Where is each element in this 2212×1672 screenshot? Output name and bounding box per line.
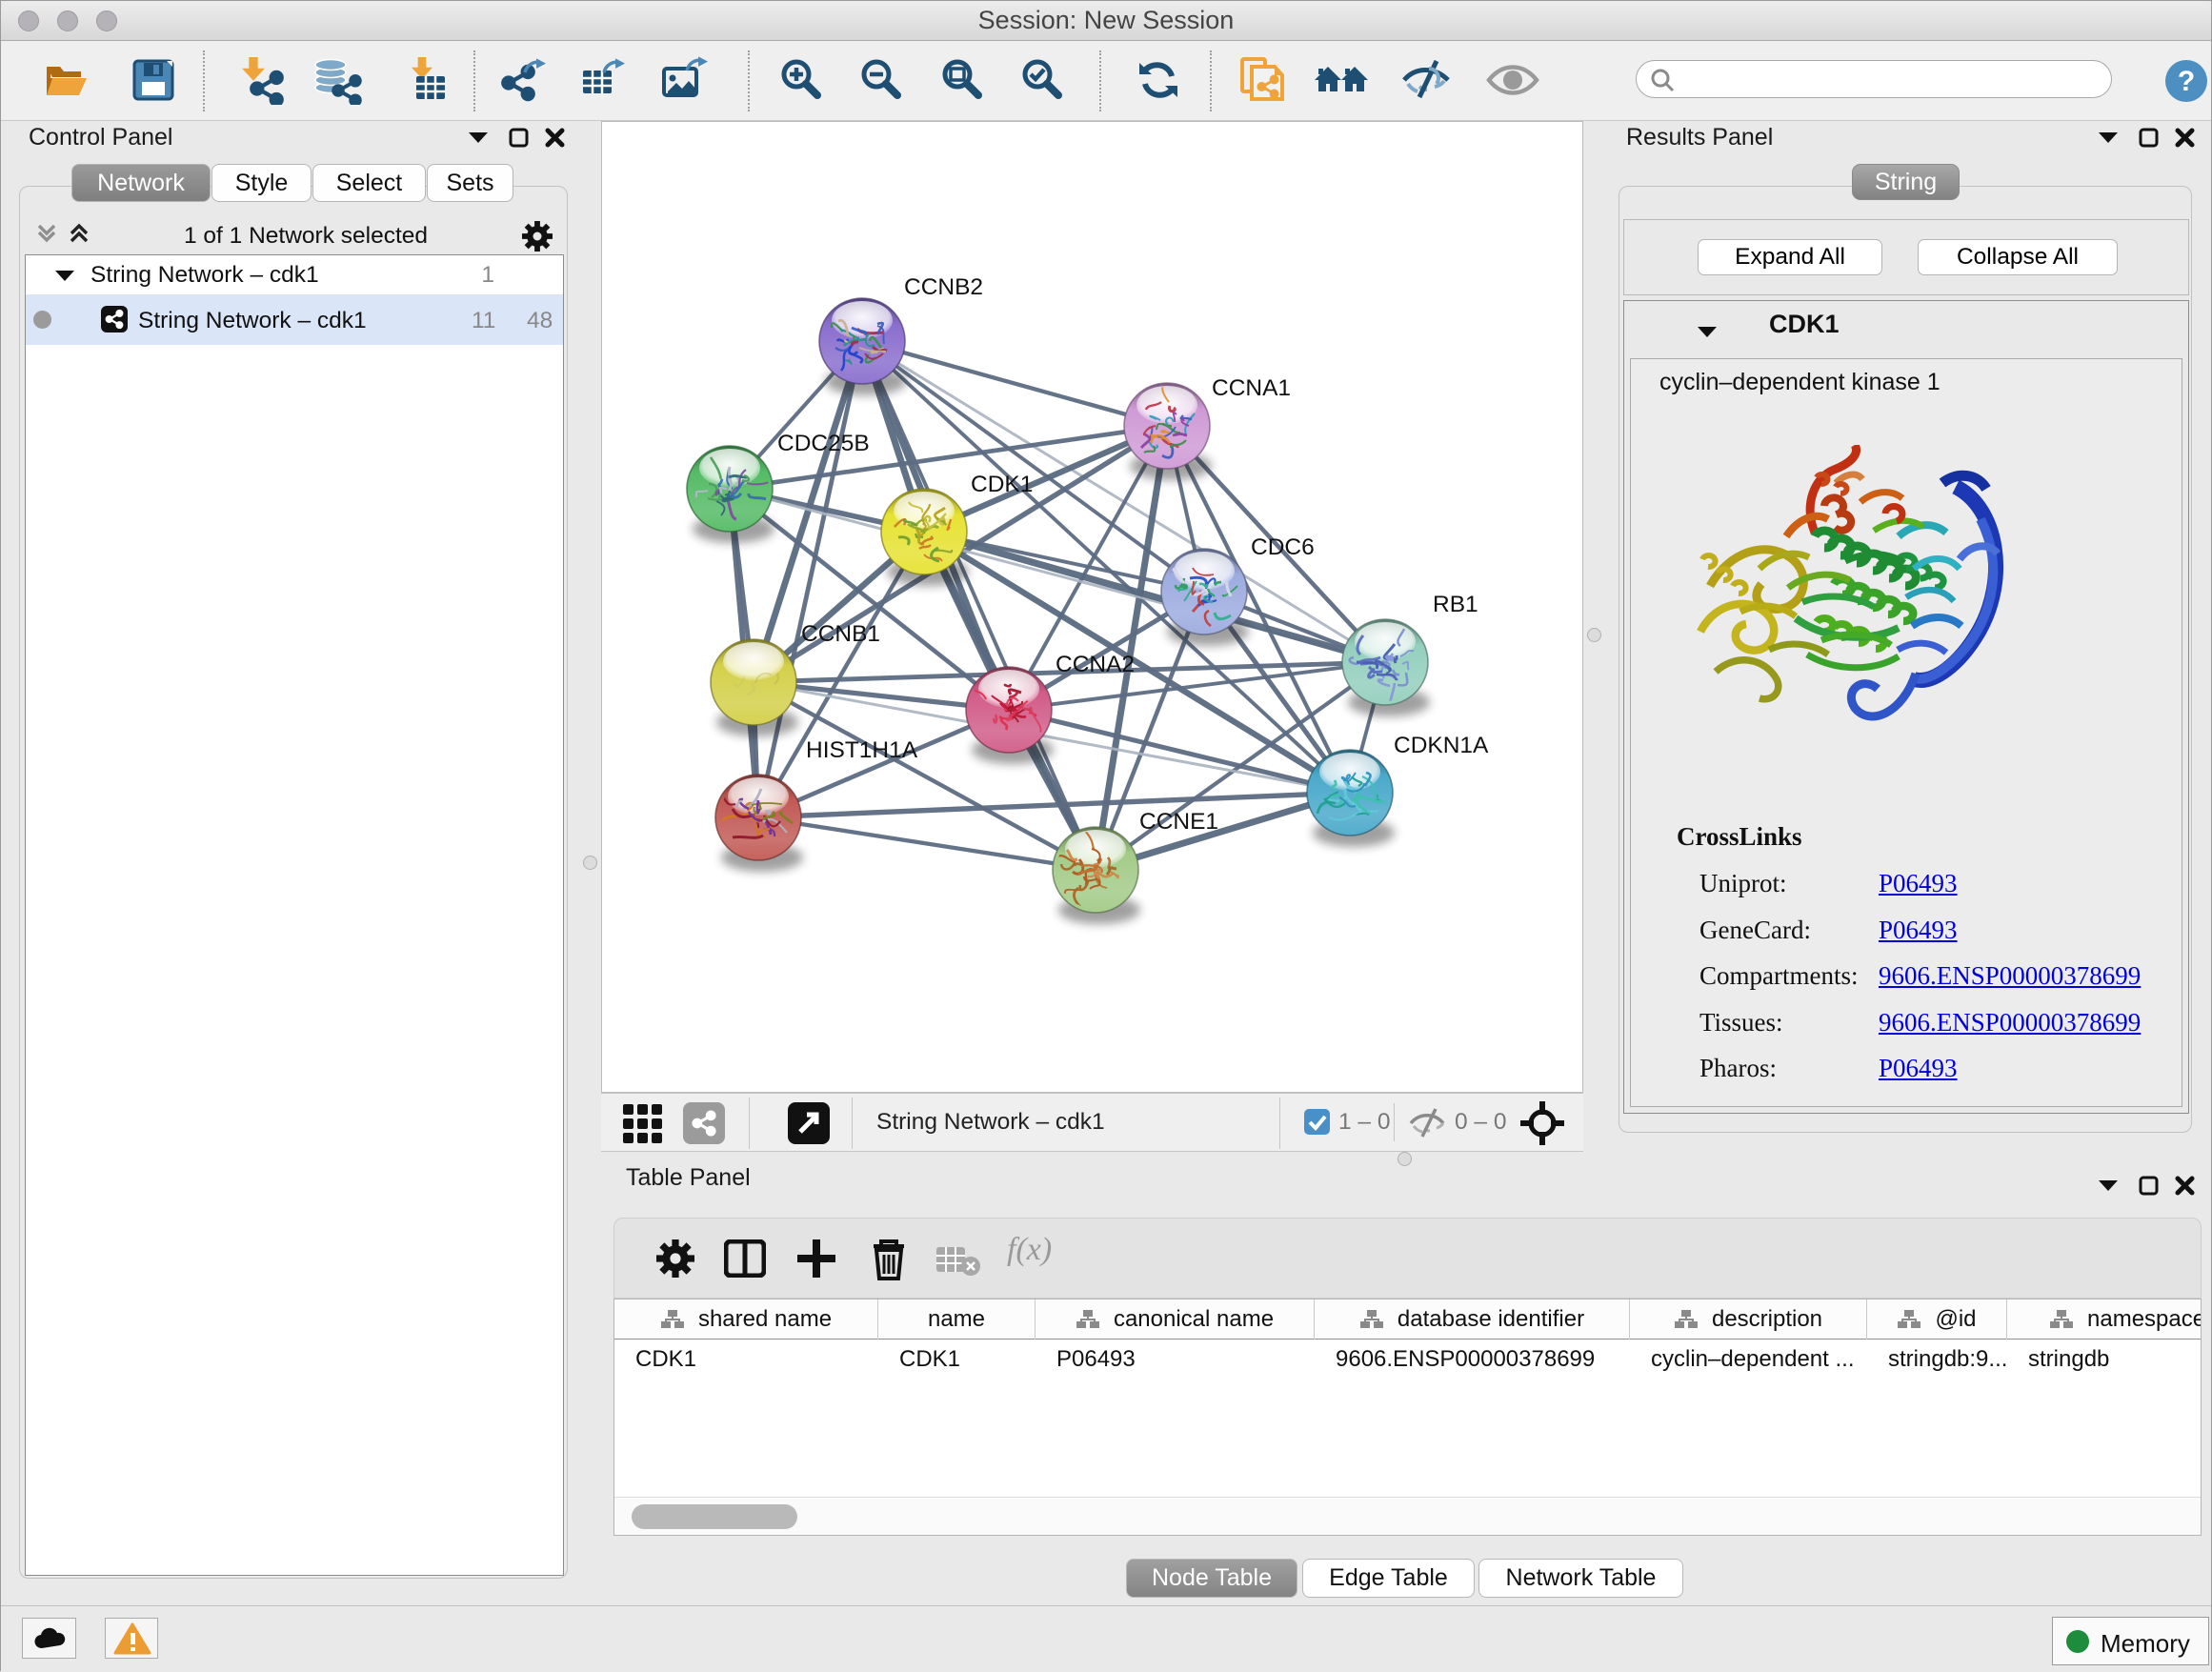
svg-text:CCNA2: CCNA2	[1056, 652, 1135, 677]
svg-text:CDC6: CDC6	[1251, 534, 1315, 560]
svg-text:?: ?	[2178, 66, 2195, 97]
svg-text:RB1: RB1	[1433, 592, 1478, 617]
svg-text:CDK1: CDK1	[971, 472, 1033, 497]
svg-text:HIST1H1A: HIST1H1A	[806, 737, 918, 763]
svg-text:CCNE1: CCNE1	[1139, 809, 1218, 835]
svg-text:CCNB2: CCNB2	[904, 274, 983, 300]
svg-text:CDC25B: CDC25B	[777, 431, 870, 456]
svg-text:CCNB1: CCNB1	[801, 621, 880, 647]
svg-text:CCNA1: CCNA1	[1212, 375, 1291, 401]
svg-text:CDKN1A: CDKN1A	[1394, 733, 1489, 758]
